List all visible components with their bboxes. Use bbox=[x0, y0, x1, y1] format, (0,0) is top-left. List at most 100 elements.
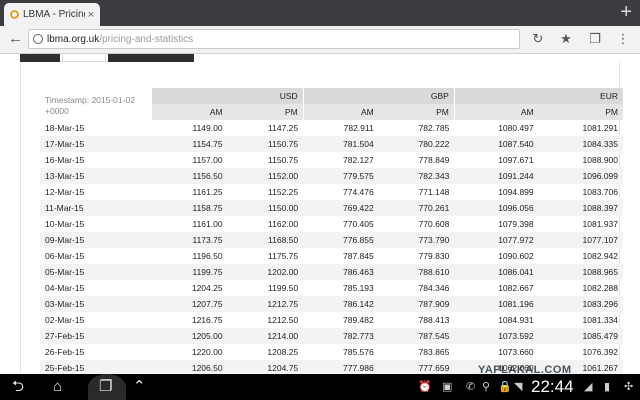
price-cell: 1087.540 bbox=[454, 136, 539, 152]
price-cell: 787.909 bbox=[378, 296, 455, 312]
nav-home-icon[interactable]: ⌂ bbox=[53, 378, 62, 396]
wifi-signal-icon: ◢ bbox=[584, 381, 593, 393]
tab-close-icon[interactable]: × bbox=[88, 9, 94, 21]
wifi-icon: ◥ bbox=[514, 381, 523, 393]
price-cell: 773.790 bbox=[378, 232, 455, 248]
table-row: 26-Feb-15 1220.00 1208.25 785.576 783.865 107… bbox=[40, 344, 623, 360]
subtab-3[interactable] bbox=[108, 54, 194, 62]
price-cell: 788.610 bbox=[378, 264, 455, 280]
price-cell: 1173.75 bbox=[152, 232, 228, 248]
reload-icon[interactable]: ↻ bbox=[531, 32, 545, 46]
subtab-1[interactable] bbox=[20, 54, 60, 62]
price-cell: 1082.288 bbox=[582, 283, 618, 293]
battery-icon: ▮ bbox=[604, 381, 611, 393]
table-row: 09-Mar-15 1173.75 1168.50 776.855 773.790 107… bbox=[40, 232, 623, 248]
price-cell: 1096.099 bbox=[538, 168, 623, 184]
new-tab-button[interactable]: + bbox=[620, 1, 632, 23]
address-bar[interactable]: lbma.org.uk/pricing-and-statistics bbox=[28, 29, 520, 49]
price-cell: 1088.965 bbox=[538, 264, 623, 280]
price-cell: 770.261 bbox=[378, 200, 455, 216]
date-cell: 09-Mar-15 bbox=[40, 232, 152, 248]
tabs-switcher-icon[interactable]: ❐ bbox=[588, 32, 602, 46]
price-cell: 779.575 bbox=[303, 168, 379, 184]
price-cell: 784.346 bbox=[418, 283, 450, 293]
gbp-am-header: AM bbox=[302, 104, 379, 120]
price-cell: 1091.244 bbox=[454, 168, 539, 184]
price-cell: 1206.50 bbox=[152, 360, 228, 374]
url-host: lbma.org.uk bbox=[47, 33, 100, 45]
gbp-pm-header: PM bbox=[378, 104, 455, 120]
alarm-icon: ⏰ bbox=[418, 381, 432, 393]
price-cell: 782.343 bbox=[378, 168, 455, 184]
price-cell: 785.193 bbox=[343, 283, 374, 293]
price-cell: 1158.75 bbox=[152, 200, 228, 216]
price-cell: 770.608 bbox=[418, 219, 450, 229]
table-row: 06-Mar-15 1196.50 1175.75 787.845 779.830 109… bbox=[40, 248, 623, 264]
price-cell: 1168.50 bbox=[227, 232, 304, 248]
usb-icon: ⚲ bbox=[482, 381, 491, 393]
price-cell: 1150.75 bbox=[268, 155, 299, 165]
date-cell: 11-Mar-15 bbox=[40, 200, 152, 216]
price-cell: 1152.25 bbox=[268, 187, 299, 197]
price-cell: 1161.25 bbox=[192, 187, 223, 197]
price-cell: 1152.00 bbox=[227, 168, 304, 184]
price-cell: 1081.937 bbox=[582, 219, 618, 229]
price-cell: 1082.942 bbox=[582, 251, 618, 261]
currency-header-gbp: GBP bbox=[302, 88, 455, 104]
price-cell: 782.773 bbox=[303, 328, 379, 344]
price-cell: 777.986 bbox=[303, 360, 379, 374]
price-cell: 782.785 bbox=[418, 123, 450, 133]
price-cell: 1214.00 bbox=[227, 328, 304, 344]
price-cell: 1204.75 bbox=[227, 360, 304, 374]
currency-header-usd: USD bbox=[152, 88, 304, 104]
price-cell: 1088.900 bbox=[582, 155, 618, 165]
price-cell: 1077.107 bbox=[538, 232, 623, 248]
price-cell: 786.463 bbox=[303, 264, 379, 280]
price-cell: 1207.75 bbox=[152, 296, 228, 312]
price-cell: 1084.931 bbox=[498, 315, 534, 325]
date-cell: 06-Mar-15 bbox=[45, 251, 85, 261]
menu-icon[interactable]: ⋮ bbox=[616, 32, 630, 46]
table-row: 27-Feb-15 1205.00 1214.00 782.773 787.545 107… bbox=[40, 328, 623, 344]
web-page: Timestamp: 2015-01-02 +0000 USD GBP EUR … bbox=[0, 54, 640, 374]
table-row: 17-Mar-15 1154.75 1150.75 781.504 780.222 108… bbox=[40, 136, 623, 152]
price-cell: 1083.296 bbox=[538, 296, 623, 312]
subtab-2[interactable] bbox=[62, 54, 106, 62]
price-cell: 1079.398 bbox=[498, 219, 534, 229]
price-cell: 1147.25 bbox=[268, 123, 299, 133]
android-icon: ✣ bbox=[624, 381, 634, 393]
nav-back-icon[interactable]: ⮌ bbox=[12, 378, 24, 396]
browser-toolbar: ← lbma.org.uk/pricing-and-statistics ↻ ★… bbox=[0, 26, 640, 54]
price-cell: 1154.75 bbox=[152, 136, 228, 152]
price-cell: 1216.75 bbox=[191, 315, 223, 325]
table-row: 16-Mar-15 1157.00 1150.75 782.127 778.849 109… bbox=[40, 152, 623, 168]
browser-tab[interactable]: LBMA - Pricing an × bbox=[4, 3, 100, 26]
date-cell: 03-Mar-15 bbox=[40, 296, 152, 312]
price-cell: 1094.899 bbox=[498, 187, 534, 197]
price-cell: 779.830 bbox=[418, 251, 450, 261]
price-cell: 781.504 bbox=[303, 136, 379, 152]
price-cell: 785.576 bbox=[343, 347, 374, 357]
date-cell: 27-Feb-15 bbox=[40, 328, 152, 344]
price-cell: 1199.50 bbox=[268, 283, 299, 293]
globe-icon bbox=[33, 34, 43, 44]
price-cell: 1199.75 bbox=[152, 264, 228, 280]
price-cell: 1081.291 bbox=[582, 123, 618, 133]
nav-menu-icon[interactable]: ⌃ bbox=[133, 378, 146, 396]
back-icon[interactable]: ← bbox=[8, 31, 24, 47]
price-cell: 1096.056 bbox=[454, 200, 539, 216]
price-cell: 1150.75 bbox=[227, 136, 304, 152]
price-cell: 1073.592 bbox=[454, 328, 539, 344]
price-cell: 1196.50 bbox=[192, 251, 223, 261]
bookmark-star-icon[interactable]: ★ bbox=[559, 32, 573, 46]
nav-recent-icon[interactable]: ❐ bbox=[99, 378, 112, 396]
price-cell: 1090.602 bbox=[498, 251, 534, 261]
price-cell: 774.476 bbox=[343, 187, 374, 197]
price-cell: 780.222 bbox=[378, 136, 455, 152]
price-cell: 1085.479 bbox=[538, 328, 623, 344]
android-nav-bar: ⮌ ⌂ ❐ ⌃ ⏰ ▣ ✆ ⚲ 🔒 ◥ 22:44 ◢ ▮ ✣ bbox=[0, 374, 640, 400]
table-row: 11-Mar-15 1158.75 1150.00 769.422 770.261 109… bbox=[40, 200, 623, 216]
browser-tab-strip: LBMA - Pricing an × + bbox=[0, 0, 640, 26]
price-cell: 786.142 bbox=[303, 296, 379, 312]
price-cell: 1204.25 bbox=[191, 283, 223, 293]
